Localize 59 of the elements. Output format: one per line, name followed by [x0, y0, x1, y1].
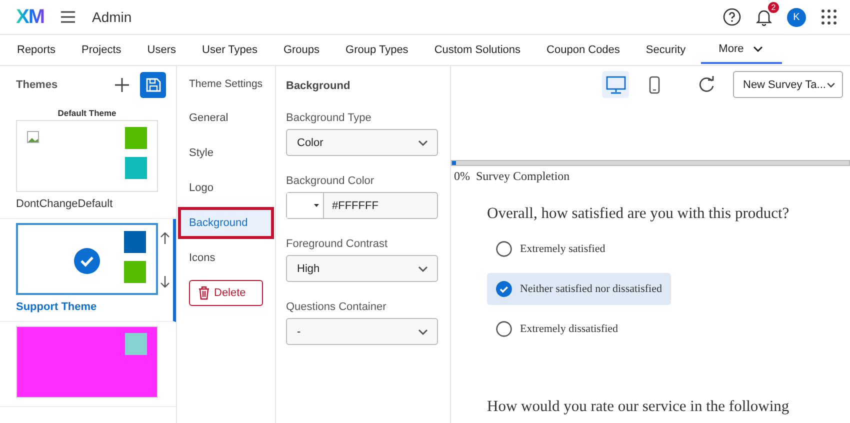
trash-icon: [198, 286, 210, 300]
checkmark-icon: [74, 248, 100, 274]
save-button[interactable]: [140, 72, 166, 98]
settings-nav-item[interactable]: Style: [181, 140, 271, 166]
theme-heading: Default Theme: [56, 108, 118, 118]
user-avatar[interactable]: K: [787, 8, 806, 26]
nav-tab[interactable]: Groups: [272, 35, 331, 64]
arrow-down-icon[interactable]: [159, 275, 171, 289]
theme-list-item[interactable]: Support Theme: [0, 219, 176, 322]
nav-tab[interactable]: Reports: [6, 35, 67, 64]
answer-option[interactable]: Extremely satisfied: [487, 233, 671, 265]
settings-nav-item[interactable]: Logo: [181, 175, 271, 201]
apps-grid-icon[interactable]: [820, 8, 838, 26]
section-title: Theme Settings: [188, 78, 264, 90]
settings-nav-item[interactable]: General: [181, 105, 271, 131]
question-text: How would you rate our service in the following: [487, 398, 790, 416]
settings-nav-item[interactable]: Background: [181, 210, 271, 236]
panel-title: Themes: [16, 79, 59, 91]
settings-nav-item[interactable]: Icons: [181, 245, 271, 271]
bell-icon[interactable]: [755, 8, 773, 26]
page-title: Admin: [92, 9, 132, 25]
refresh-icon[interactable]: [698, 76, 715, 93]
menu-icon[interactable]: [60, 9, 76, 25]
arrow-up-icon[interactable]: [159, 231, 171, 245]
progress-label: Survey Completion: [476, 169, 570, 184]
nav-tab[interactable]: Users: [136, 35, 188, 64]
phone-icon: [649, 76, 660, 94]
progress-percent: 0%: [454, 169, 470, 184]
section-title: Background: [286, 80, 352, 92]
dropdown-field[interactable]: Color: [286, 129, 438, 156]
help-icon[interactable]: [723, 8, 741, 26]
field-label: Foreground Contrast: [286, 238, 388, 250]
nav-tab[interactable]: Projects: [70, 35, 132, 64]
save-icon: [144, 77, 162, 93]
template-dropdown[interactable]: New Survey Ta...: [733, 71, 843, 98]
add-icon[interactable]: [114, 77, 130, 93]
delete-button[interactable]: Delete: [189, 280, 263, 306]
answer-option[interactable]: Neither satisfied nor dissatisfied: [487, 273, 671, 305]
theme-name[interactable]: DontChangeDefault: [16, 198, 176, 210]
nav-tab[interactable]: Security: [634, 35, 697, 64]
desktop-view-button[interactable]: [602, 71, 629, 98]
theme-name[interactable]: Support Theme: [16, 301, 173, 313]
nav-tab[interactable]: Coupon Codes: [536, 35, 631, 64]
field-label: Questions Container: [286, 301, 388, 313]
nav-tab[interactable]: Custom Solutions: [423, 35, 532, 64]
dropdown-field[interactable]: -: [286, 318, 438, 345]
dropdown-field[interactable]: High: [286, 255, 438, 282]
theme-preview-card[interactable]: [16, 223, 158, 295]
nav-tab[interactable]: User Types: [191, 35, 268, 64]
nav-tab[interactable]: Group Types: [334, 35, 420, 64]
nav-tab[interactable]: More: [700, 35, 782, 64]
monitor-icon: [606, 76, 626, 94]
answer-option[interactable]: Extremely dissatisfied: [487, 313, 671, 345]
question-text: Overall, how satisfied are you with this product?: [487, 205, 790, 223]
notification-badge: 2: [768, 2, 779, 13]
field-label: Background Type: [286, 112, 372, 124]
broken-image-icon: [27, 131, 39, 143]
theme-list-item[interactable]: Default Theme DontChangeDefault: [0, 104, 176, 219]
field-label: Background Color: [286, 175, 376, 187]
